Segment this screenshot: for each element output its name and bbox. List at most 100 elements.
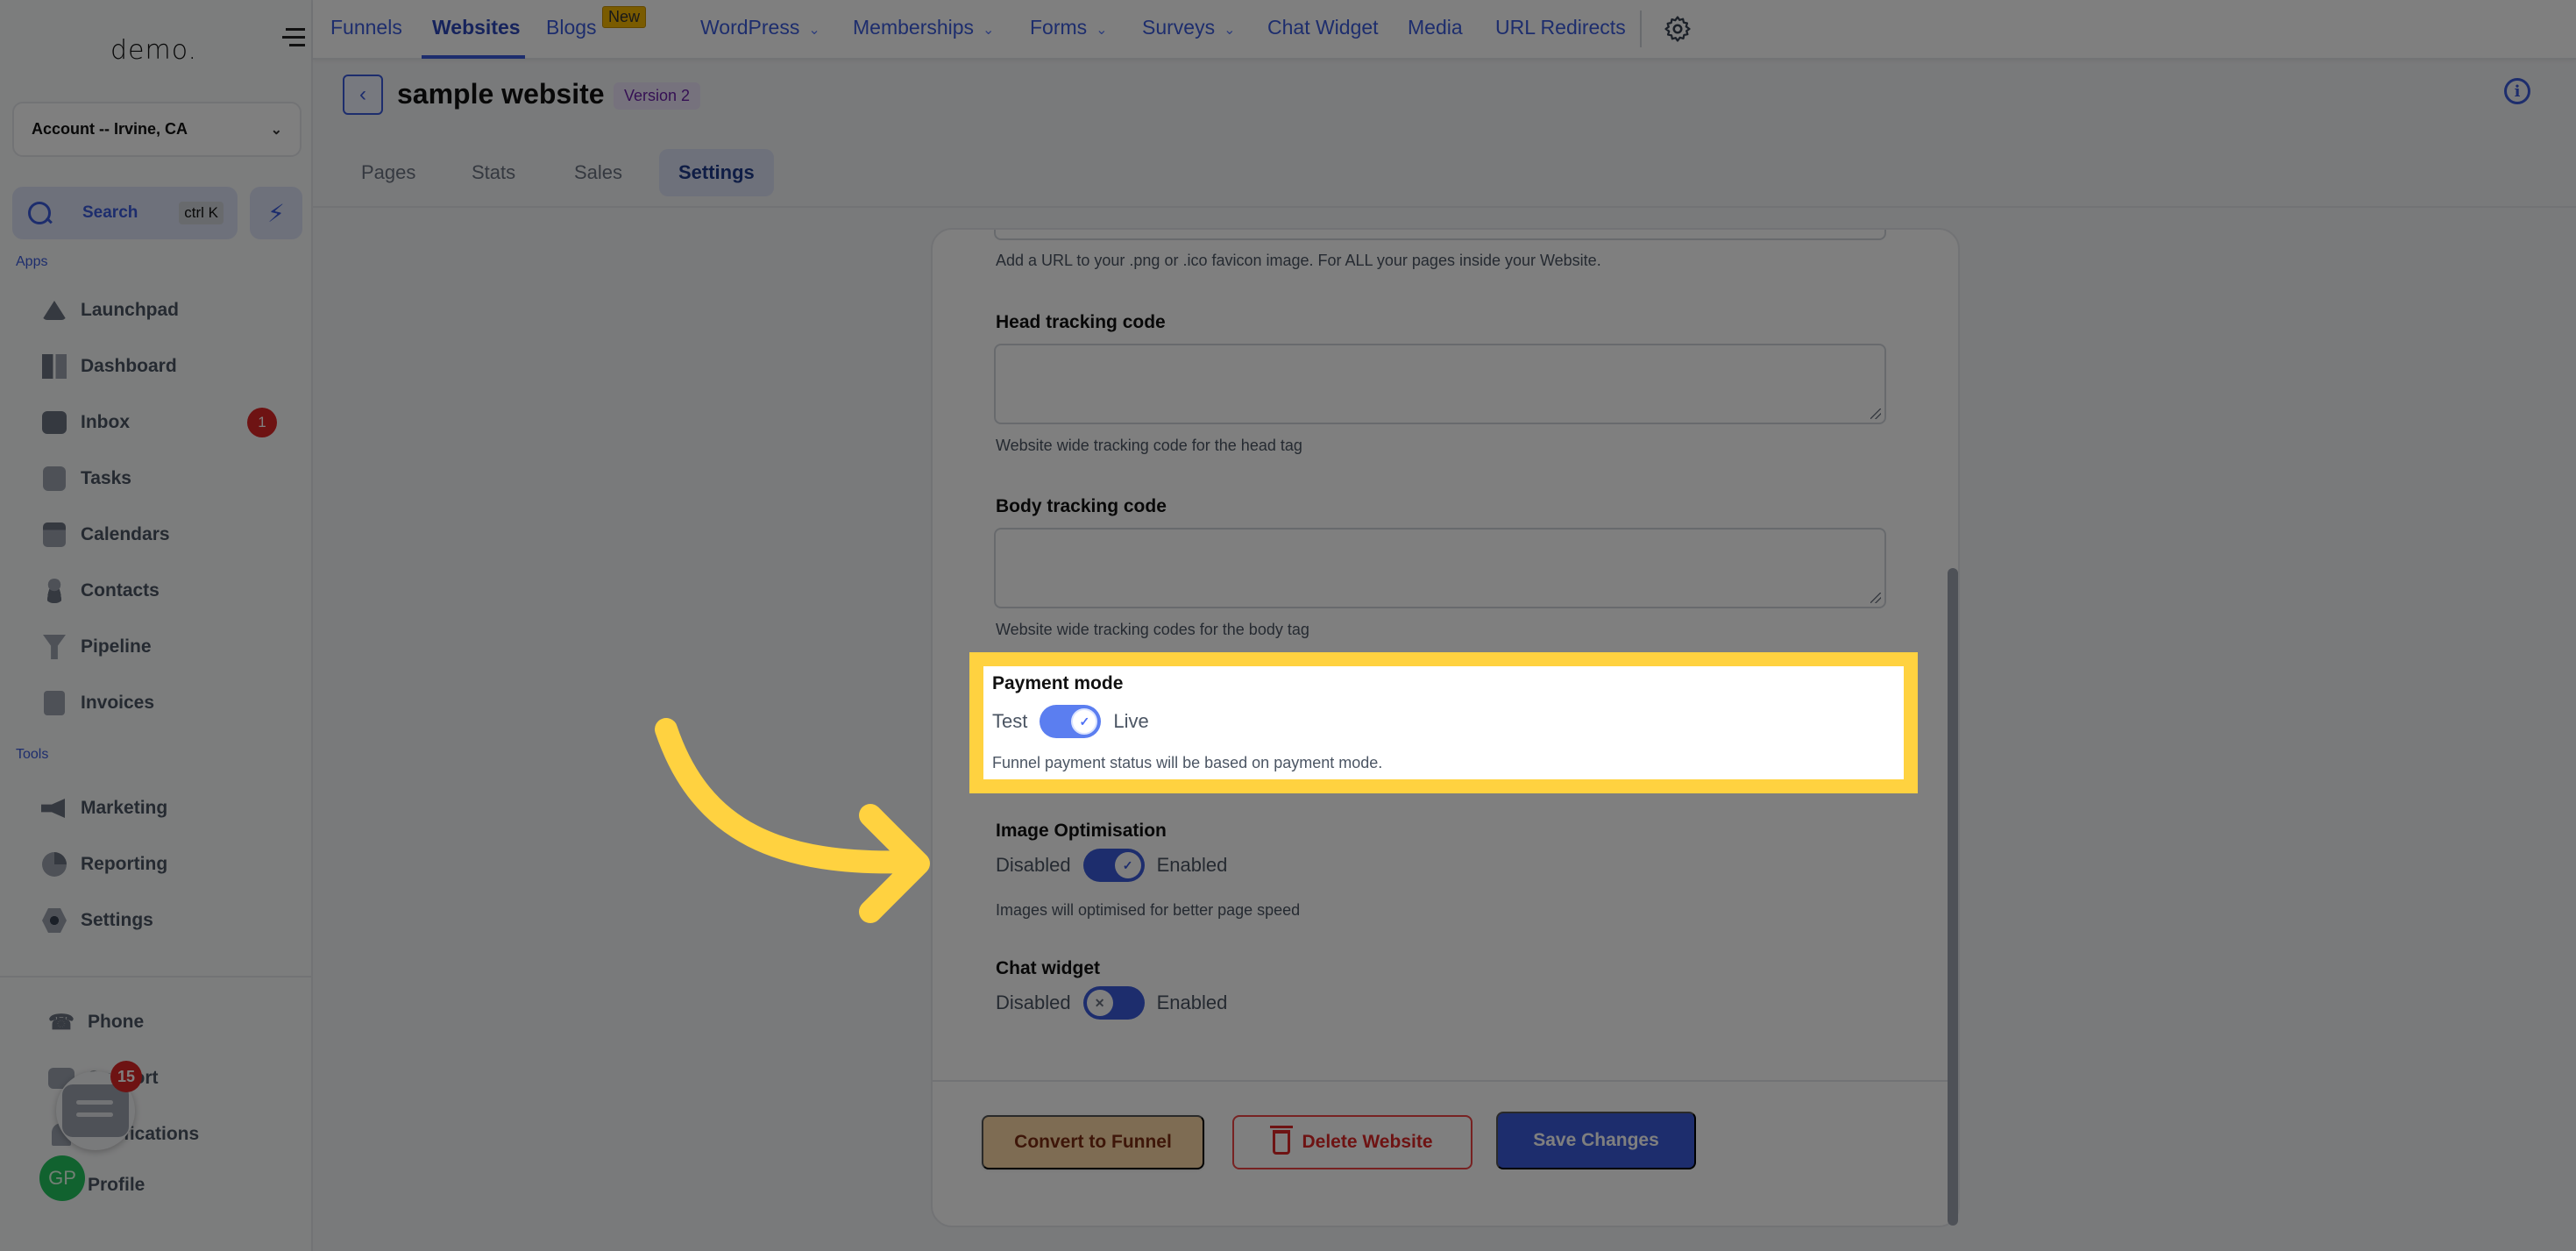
chat-widget-launcher[interactable]: 15	[56, 1061, 142, 1150]
inbox-count-badge: 1	[247, 408, 277, 437]
body-tracking-label: Body tracking code	[996, 496, 1167, 516]
collapse-sidebar-icon[interactable]	[282, 28, 305, 47]
nav-memberships[interactable]: Memberships ⌄	[853, 16, 994, 39]
payment-mode-toggle-row: Test ✓ Live	[992, 705, 1149, 738]
nav-wordpress[interactable]: WordPress ⌄	[700, 16, 820, 39]
sidebar-item-label: Reporting	[81, 854, 168, 874]
sidebar-item-label: Calendars	[81, 524, 170, 544]
tasks-icon	[40, 466, 68, 492]
sidebar-item-invoices[interactable]: Invoices	[40, 686, 286, 721]
image-optimisation-help: Images will optimised for better page sp…	[996, 901, 1301, 919]
head-tracking-help: Website wide tracking code for the head …	[996, 437, 1302, 454]
sidebar-item-label: Dashboard	[81, 356, 177, 376]
sidebar-item-label: Launchpad	[81, 300, 180, 320]
chat-widget-toggle-row: Disabled ✕ Enabled	[996, 986, 1227, 1020]
sidebar-item-label: Profile	[88, 1175, 145, 1195]
search-icon	[26, 200, 53, 226]
tab-stats[interactable]: Stats	[472, 149, 515, 196]
sidebar-item-label: Tasks	[81, 468, 131, 488]
sidebar-item-calendars[interactable]: Calendars	[40, 517, 286, 552]
trash-icon	[1269, 1126, 1293, 1155]
invoices-icon	[40, 690, 68, 716]
image-optimisation-toggle-row: Disabled ✓ Enabled	[996, 849, 1227, 882]
quick-actions-button[interactable]: ⚡︎	[250, 187, 302, 239]
pie-chart-icon	[40, 851, 68, 878]
image-optimisation-toggle[interactable]: ✓	[1082, 849, 1145, 882]
toggle-off-label: Disabled	[996, 992, 1071, 1013]
curved-arrow-icon	[655, 718, 930, 923]
settings-icon	[40, 907, 68, 934]
tools-section-label: Tools	[16, 747, 49, 762]
nav-media[interactable]: Media	[1408, 16, 1463, 39]
chat-widget-toggle[interactable]: ✕	[1082, 986, 1145, 1020]
convert-to-funnel-button[interactable]: Convert to Funnel	[982, 1115, 1204, 1169]
payment-mode-toggle[interactable]: ✓	[1040, 705, 1102, 738]
head-tracking-code-input[interactable]	[994, 344, 1886, 424]
sidebar-item-tasks[interactable]: Tasks	[40, 461, 286, 496]
save-changes-button[interactable]: Save Changes	[1496, 1112, 1696, 1169]
logo: demo.	[110, 35, 198, 66]
settings-scrollbar[interactable]	[1948, 568, 1958, 1226]
gear-icon[interactable]	[1663, 14, 1692, 44]
sidebar-item-dashboard[interactable]: Dashboard	[40, 349, 286, 384]
lightning-icon: ⚡︎	[267, 199, 285, 227]
version-badge: Version 2	[614, 82, 701, 110]
avatar[interactable]: GP	[39, 1155, 85, 1201]
favicon-help-text: Add a URL to your .png or .ico favicon i…	[996, 252, 1601, 269]
sidebar-item-launchpad[interactable]: Launchpad	[40, 293, 286, 328]
search-button[interactable]: Search ctrl K	[12, 187, 238, 239]
nav-label: Forms	[1030, 16, 1088, 39]
image-optimisation-label: Image Optimisation	[996, 821, 1167, 841]
nav-funnels[interactable]: Funnels	[330, 16, 402, 39]
nav-websites[interactable]: Websites	[432, 16, 521, 39]
account-switcher[interactable]: Account -- Irvine, CA ⌄	[12, 102, 302, 157]
tab-pages[interactable]: Pages	[361, 149, 415, 196]
body-tracking-code-input[interactable]	[994, 528, 1886, 608]
sidebar-item-label: Contacts	[81, 580, 160, 601]
nav-label: WordPress	[700, 16, 800, 39]
chat-widget-label: Chat widget	[996, 958, 1100, 978]
chevron-down-icon: ⌄	[1096, 23, 1108, 38]
sidebar-item-contacts[interactable]: Contacts	[40, 573, 286, 608]
back-button[interactable]: ‹	[343, 75, 383, 115]
card-footer-divider	[933, 1080, 1958, 1082]
nav-url-redirects[interactable]: URL Redirects	[1495, 16, 1626, 39]
apps-section-label: Apps	[16, 254, 48, 269]
favicon-url-input[interactable]	[994, 230, 1886, 240]
nav-surveys[interactable]: Surveys ⌄	[1142, 16, 1236, 39]
delete-website-button[interactable]: Delete Website	[1232, 1115, 1473, 1169]
inbox-icon	[40, 409, 68, 436]
sidebar-item-pipeline[interactable]: Pipeline	[40, 629, 286, 665]
sidebar-item-label: Marketing	[81, 798, 168, 818]
sidebar: demo. Account -- Irvine, CA ⌄ Search ctr…	[0, 0, 313, 1251]
chevron-left-icon: ‹	[359, 82, 366, 106]
check-icon: ✓	[1114, 852, 1141, 878]
sidebar-item-phone[interactable]: ☎ Phone	[47, 1005, 293, 1040]
chevron-down-icon: ⌄	[1224, 23, 1236, 38]
check-icon: ✓	[1071, 708, 1098, 735]
toggle-on-label: Enabled	[1156, 992, 1228, 1013]
sidebar-item-label: Invoices	[81, 693, 155, 713]
nav-chat-widget[interactable]: Chat Widget	[1267, 16, 1379, 39]
dashboard-icon	[40, 353, 68, 380]
nav-forms[interactable]: Forms ⌄	[1030, 16, 1108, 39]
sidebar-item-inbox[interactable]: Inbox 1	[40, 405, 286, 440]
nav-label: Memberships	[853, 16, 975, 39]
sidebar-item-label: Inbox	[81, 412, 130, 432]
tab-settings[interactable]: Settings	[659, 149, 774, 196]
search-shortcut: ctrl K	[179, 202, 224, 224]
sidebar-divider	[0, 976, 313, 977]
tab-sales[interactable]: Sales	[574, 149, 622, 196]
sidebar-item-settings[interactable]: Settings	[40, 903, 286, 938]
active-tab-indicator	[422, 55, 525, 59]
page-title: sample website	[397, 78, 605, 110]
nav-blogs[interactable]: Blogs	[546, 16, 597, 39]
sidebar-item-label: Settings	[81, 910, 153, 930]
info-icon[interactable]: i	[2504, 78, 2530, 104]
payment-mode-label: Payment mode	[992, 673, 1124, 693]
sidebar-item-reporting[interactable]: Reporting	[40, 847, 286, 882]
resize-handle[interactable]	[1870, 593, 1881, 603]
resize-handle[interactable]	[1870, 409, 1881, 419]
toggle-off-label: Disabled	[996, 854, 1071, 876]
sidebar-item-marketing[interactable]: Marketing	[40, 791, 286, 826]
